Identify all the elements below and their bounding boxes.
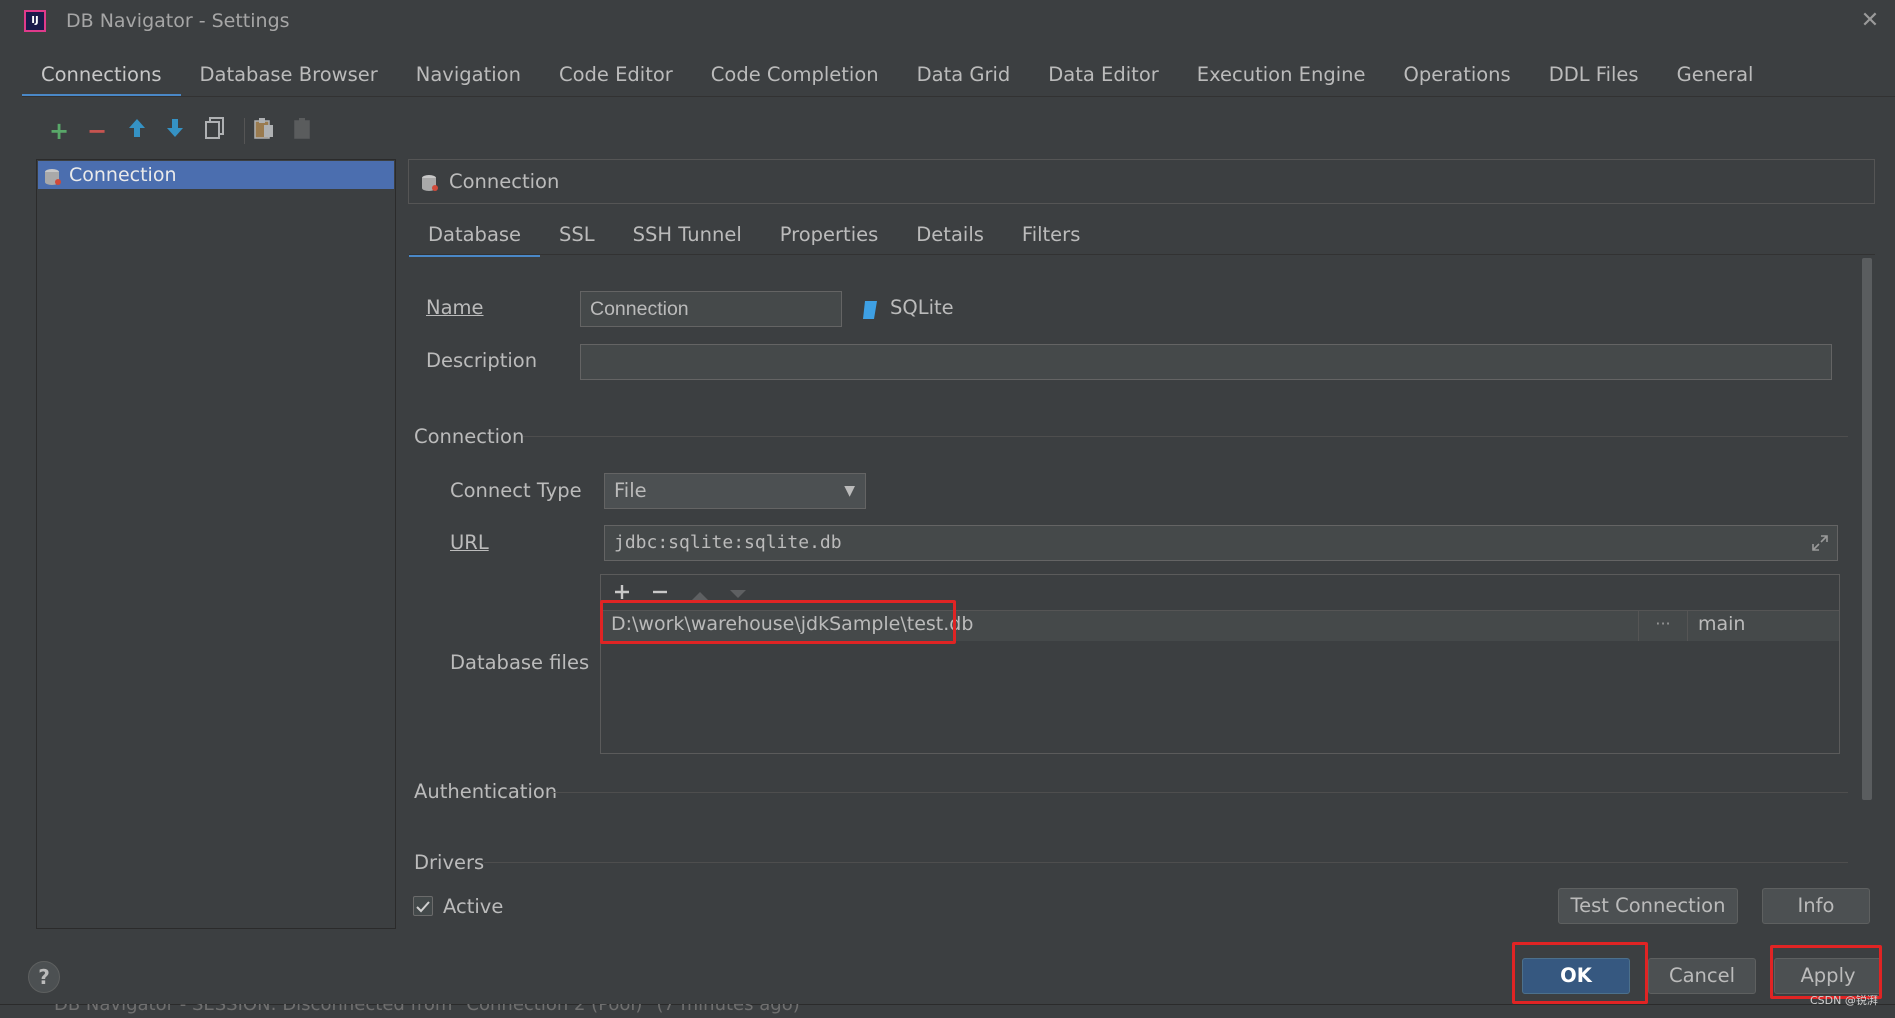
description-label: Description bbox=[426, 349, 538, 372]
move-file-down-icon[interactable] bbox=[728, 584, 748, 600]
url-label: URL bbox=[450, 531, 489, 554]
paste-from-clipboard-icon[interactable] bbox=[288, 116, 318, 146]
tab-ssl[interactable]: SSL bbox=[540, 216, 614, 254]
remove-file-icon[interactable] bbox=[650, 582, 670, 602]
tab-properties[interactable]: Properties bbox=[761, 216, 898, 254]
database-files-label: Database files bbox=[450, 651, 590, 674]
watermark-text: CSDN @锐湃 bbox=[1810, 994, 1878, 1007]
tab-filters[interactable]: Filters bbox=[1003, 216, 1099, 254]
highlight-box-ok bbox=[1512, 942, 1648, 1004]
url-value: jdbc:sqlite:sqlite.db bbox=[614, 532, 842, 553]
active-label: Active bbox=[443, 895, 504, 918]
name-label: Name bbox=[426, 296, 484, 319]
test-connection-button[interactable]: Test Connection bbox=[1558, 888, 1738, 924]
status-bar-text: DB Navigator - SESSION: Disconnected fro… bbox=[54, 994, 800, 1015]
add-file-icon[interactable] bbox=[612, 582, 632, 602]
tab-database[interactable]: Database bbox=[409, 216, 541, 257]
connect-type-label: Connect Type bbox=[450, 479, 582, 502]
close-icon[interactable]: ✕ bbox=[1855, 6, 1885, 36]
url-field[interactable]: jdbc:sqlite:sqlite.db bbox=[604, 525, 1838, 561]
top-tabs: Connections Database Browser Navigation … bbox=[22, 56, 1773, 97]
tab-general[interactable]: General bbox=[1658, 56, 1773, 94]
intellij-app-icon: IJ bbox=[24, 10, 46, 32]
database-icon bbox=[421, 173, 439, 191]
connection-section-title: Connection bbox=[414, 425, 525, 448]
name-field[interactable] bbox=[580, 291, 842, 327]
tab-execution-engine[interactable]: Execution Engine bbox=[1178, 56, 1385, 94]
move-file-up-icon[interactable] bbox=[690, 584, 710, 600]
tab-navigation[interactable]: Navigation bbox=[397, 56, 540, 94]
connection-header-label: Connection bbox=[449, 170, 560, 193]
checkmark-icon bbox=[416, 901, 430, 913]
connect-type-value: File bbox=[614, 479, 647, 502]
connection-header bbox=[408, 159, 1875, 204]
copy-to-clipboard-icon[interactable] bbox=[248, 116, 278, 146]
description-field[interactable] bbox=[580, 344, 1832, 380]
highlight-box-apply bbox=[1770, 945, 1882, 999]
chevron-down-icon: ▼ bbox=[844, 483, 855, 499]
vertical-scrollbar[interactable] bbox=[1862, 258, 1872, 800]
connect-type-dropdown[interactable]: File ▼ bbox=[604, 473, 866, 509]
tab-code-editor[interactable]: Code Editor bbox=[540, 56, 692, 94]
sqlite-icon bbox=[862, 300, 878, 325]
move-up-icon[interactable] bbox=[122, 116, 152, 146]
authentication-section-title: Authentication bbox=[414, 780, 558, 803]
tab-connections[interactable]: Connections bbox=[22, 56, 181, 97]
database-schema-name[interactable]: main bbox=[1698, 613, 1745, 635]
connection-sub-tabs: Database SSL SSH Tunnel Properties Detai… bbox=[409, 216, 1099, 257]
toolbar-separator bbox=[244, 118, 245, 144]
move-down-icon[interactable] bbox=[160, 116, 190, 146]
database-type-label: SQLite bbox=[890, 296, 954, 319]
connections-tree[interactable] bbox=[36, 159, 396, 929]
section-divider bbox=[523, 436, 1848, 437]
expand-icon[interactable] bbox=[1811, 526, 1829, 560]
sub-tabs-divider bbox=[409, 254, 1875, 255]
window-title: DB Navigator - Settings bbox=[66, 10, 290, 32]
drivers-section-title: Drivers bbox=[414, 851, 485, 874]
add-icon[interactable]: + bbox=[44, 116, 74, 146]
cancel-button[interactable]: Cancel bbox=[1648, 958, 1756, 994]
duplicate-icon[interactable] bbox=[200, 116, 230, 146]
help-button[interactable]: ? bbox=[28, 961, 60, 993]
database-icon bbox=[44, 166, 62, 185]
tab-ddl-files[interactable]: DDL Files bbox=[1530, 56, 1658, 94]
tab-operations[interactable]: Operations bbox=[1385, 56, 1530, 94]
tab-code-completion[interactable]: Code Completion bbox=[692, 56, 898, 94]
highlight-box-file-path bbox=[600, 600, 956, 644]
section-divider bbox=[550, 792, 1848, 793]
tab-database-browser[interactable]: Database Browser bbox=[181, 56, 397, 94]
tree-item-label: Connection bbox=[69, 164, 177, 186]
section-divider bbox=[484, 862, 1848, 863]
active-checkbox[interactable] bbox=[413, 896, 433, 916]
tab-data-grid[interactable]: Data Grid bbox=[898, 56, 1030, 94]
tabs-divider bbox=[22, 96, 1895, 97]
tab-data-editor[interactable]: Data Editor bbox=[1029, 56, 1177, 94]
remove-icon[interactable]: − bbox=[82, 116, 112, 146]
browse-file-button[interactable]: ··· bbox=[1638, 611, 1688, 641]
tab-ssh-tunnel[interactable]: SSH Tunnel bbox=[614, 216, 761, 254]
tree-item-connection[interactable]: Connection bbox=[38, 161, 394, 189]
info-button[interactable]: Info bbox=[1762, 888, 1870, 924]
tab-details[interactable]: Details bbox=[897, 216, 1003, 254]
